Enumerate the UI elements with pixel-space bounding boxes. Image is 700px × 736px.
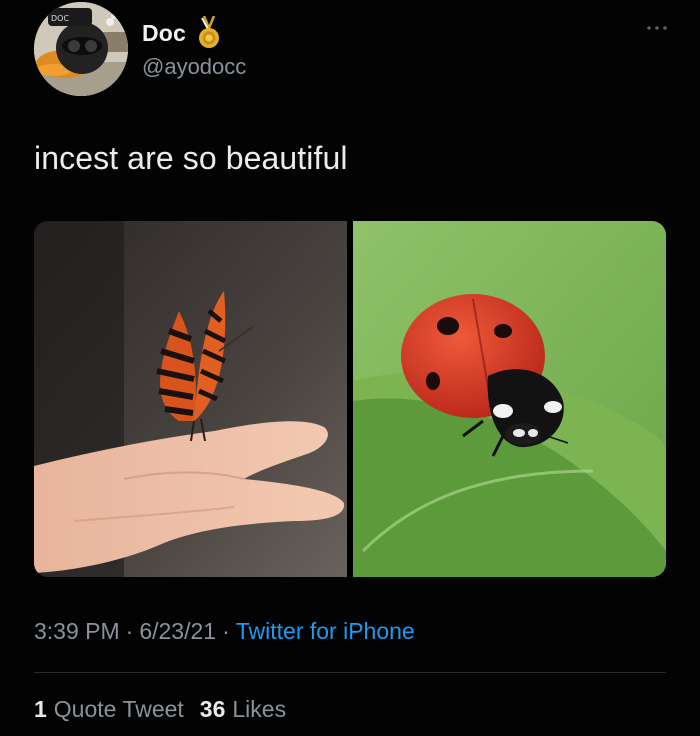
tweet-time[interactable]: 3:39 PM xyxy=(34,618,120,645)
more-options-icon[interactable] xyxy=(646,24,668,32)
display-name[interactable]: Doc xyxy=(142,20,186,47)
likes-count: 36 xyxy=(199,696,226,722)
tweet-date[interactable]: 6/23/21 xyxy=(139,618,216,645)
stats-divider xyxy=(34,672,666,673)
medal-icon xyxy=(199,16,220,48)
tweet-stats: 1 Quote Tweet 36 Likes xyxy=(34,696,302,723)
user-handle[interactable]: @ayodocc xyxy=(142,54,246,80)
meta-separator: · xyxy=(125,618,134,644)
quote-tweets-stat[interactable]: 1 Quote Tweet xyxy=(34,696,184,723)
tweet-header: DOC Doc @ayodocc xyxy=(34,2,674,98)
meta-separator: · xyxy=(222,618,230,644)
ladybug-image[interactable] xyxy=(353,221,666,577)
tweet-source-link[interactable]: Twitter for iPhone xyxy=(236,618,415,645)
avatar-label: DOC xyxy=(51,14,69,23)
avatar[interactable]: DOC xyxy=(34,2,128,96)
tweet-text: incest are so beautiful xyxy=(34,140,348,176)
name-row: Doc xyxy=(142,16,222,50)
likes-stat[interactable]: 36 Likes xyxy=(200,696,286,723)
tweet-meta: 3:39 PM · 6/23/21 · Twitter for iPhone xyxy=(34,618,415,645)
tweet-media[interactable] xyxy=(34,221,666,577)
quote-count: 1 xyxy=(34,696,47,722)
butterfly-image[interactable] xyxy=(34,221,347,577)
tweet-card: DOC Doc @ayodocc incest are so beautiful… xyxy=(0,0,700,736)
likes-label: Likes xyxy=(232,696,287,722)
avatar-image: DOC xyxy=(34,2,128,96)
quote-label: Quote Tweet xyxy=(53,696,184,722)
